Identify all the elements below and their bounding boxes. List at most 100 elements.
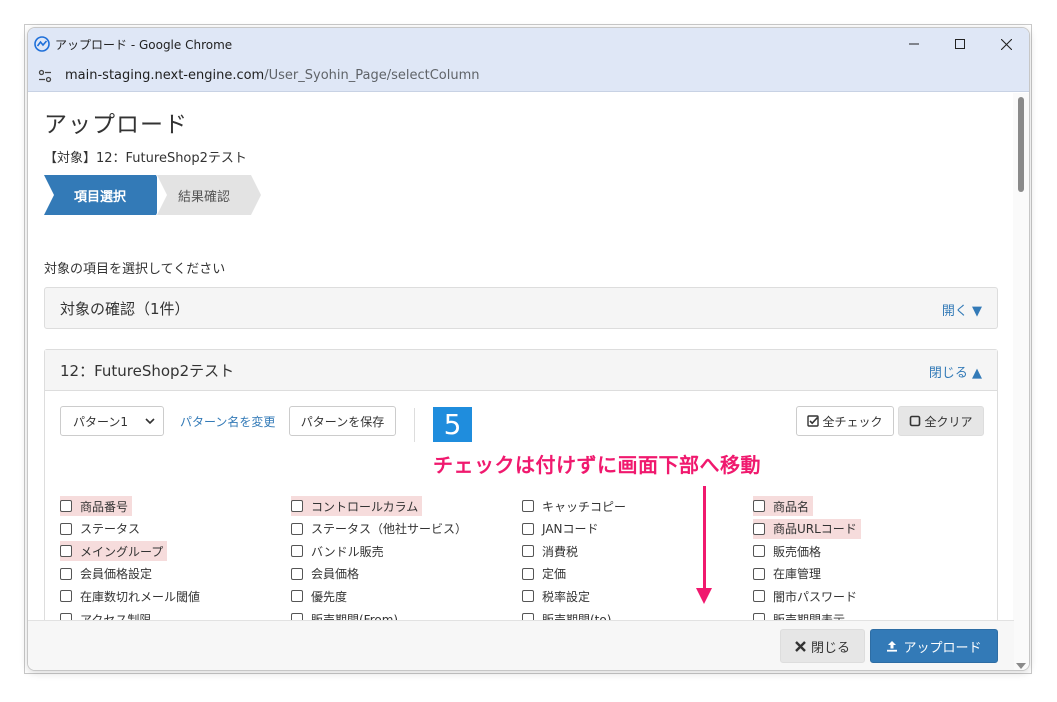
close-button[interactable]: 閉じる: [780, 629, 865, 663]
checkbox-label: 販売価格: [773, 544, 822, 559]
checkbox-checked-icon: [807, 415, 820, 427]
checkbox[interactable]: [60, 500, 72, 512]
checkbox[interactable]: [753, 500, 765, 512]
column-checkbox-item[interactable]: 闇市パスワード: [753, 586, 857, 606]
checkbox[interactable]: [291, 522, 303, 535]
confirm-panel: 対象の確認（1件） 開く ▼: [44, 287, 998, 329]
checkbox[interactable]: [60, 522, 72, 535]
shop-panel-close-toggle[interactable]: 閉じる ▲: [929, 362, 982, 381]
checkbox[interactable]: [60, 590, 72, 603]
checkbox[interactable]: [522, 522, 534, 535]
scrollbar-thumb[interactable]: [1018, 97, 1024, 192]
column-checkbox-item[interactable]: 販売価格: [753, 541, 821, 561]
column-checkbox-item[interactable]: 定価: [522, 564, 566, 584]
column-checkbox-item[interactable]: 販売期間表示: [753, 609, 845, 620]
column-checkbox-item[interactable]: 税率設定: [522, 586, 590, 606]
rename-pattern-link[interactable]: パターン名を変更: [180, 413, 275, 430]
checkbox-label: 在庫数切れメール閾値: [80, 589, 201, 604]
next-engine-app-icon: [34, 36, 50, 52]
step-number-badge: 5: [433, 407, 472, 442]
checkbox[interactable]: [753, 613, 765, 620]
step-item-select: 項目選択: [44, 175, 166, 215]
column-checkbox-item[interactable]: 消費税: [522, 541, 578, 561]
url-text[interactable]: main-staging.next-engine.com/User_Syohin…: [65, 68, 480, 83]
window-controls: [891, 28, 1029, 60]
arrow-down-icon: [696, 588, 712, 604]
pattern-select[interactable]: パターン1: [60, 406, 164, 436]
checkbox-label: メイングループ: [80, 544, 164, 559]
checkbox[interactable]: [60, 567, 72, 580]
site-settings-icon[interactable]: [37, 68, 53, 84]
page-content: アップロード 【対象】12：FutureShop2テスト 項目選択 結果確認 対…: [28, 93, 1014, 620]
close-window-button[interactable]: [983, 28, 1029, 60]
vertical-scrollbar[interactable]: [1013, 93, 1029, 670]
checkbox-label: コントロールカラム: [311, 499, 419, 514]
checkbox[interactable]: [753, 522, 765, 535]
checkbox-label: 会員価格: [311, 567, 360, 582]
column-checkbox-item[interactable]: JANコード: [522, 519, 599, 539]
column-checkbox-item[interactable]: 在庫数切れメール閾値: [60, 586, 200, 606]
checkbox[interactable]: [522, 590, 534, 603]
window-title: アップロード - Google Chrome: [55, 37, 233, 52]
close-x-icon: [795, 640, 806, 652]
column-checkbox-item[interactable]: 販売期間(to): [522, 609, 611, 620]
checkbox-label: 会員価格設定: [80, 567, 153, 582]
checkbox-label: 在庫管理: [773, 567, 822, 582]
column-checkbox-item[interactable]: 優先度: [291, 586, 347, 606]
checkbox-label: 販売期間(From): [311, 612, 399, 621]
instruction-text: 対象の項目を選択してください: [44, 262, 226, 277]
chevron-down-icon: [145, 418, 155, 425]
column-checkbox-item[interactable]: バンドル販売: [291, 541, 384, 561]
checkbox[interactable]: [291, 500, 303, 512]
clear-all-button[interactable]: 全クリア: [898, 406, 984, 436]
column-checkbox-item[interactable]: 商品URLコード: [753, 518, 861, 539]
column-checkbox-item[interactable]: 商品名: [753, 496, 814, 516]
column-checkbox-item[interactable]: 在庫管理: [753, 564, 821, 584]
checkbox[interactable]: [291, 613, 303, 620]
checkbox[interactable]: [291, 567, 303, 580]
column-checkbox-item[interactable]: 会員価格: [291, 564, 359, 584]
confirm-panel-open-toggle[interactable]: 開く ▼: [942, 300, 982, 319]
checkbox-label: ステータス: [80, 522, 141, 537]
checkbox[interactable]: [60, 613, 72, 620]
column-checkbox-item[interactable]: キャッチコピー: [522, 496, 626, 516]
column-checkbox-item[interactable]: 販売期間(From): [291, 609, 398, 620]
column-checkbox-item[interactable]: ステータス（他社サービス）: [291, 519, 467, 539]
scroll-down-arrow-icon[interactable]: [1016, 663, 1026, 669]
maximize-button[interactable]: [937, 28, 983, 60]
checkbox[interactable]: [753, 545, 765, 558]
clear-all-label: 全クリア: [924, 414, 973, 429]
checkbox[interactable]: [291, 545, 303, 558]
checkbox[interactable]: [522, 500, 534, 512]
checkbox[interactable]: [753, 567, 765, 580]
url-path: /User_Syohin_Page/selectColumn: [264, 68, 480, 83]
checkbox-label: 商品番号: [80, 499, 129, 514]
page-title: アップロード: [44, 112, 188, 138]
save-pattern-button[interactable]: パターンを保存: [289, 406, 396, 436]
checkbox[interactable]: [753, 590, 765, 603]
checkbox[interactable]: [522, 545, 534, 558]
save-pattern-label: パターンを保存: [300, 414, 385, 429]
shop-panel-header: 12：FutureShop2テスト 閉じる ▲: [45, 350, 997, 391]
column-checkbox-item[interactable]: メイングループ: [60, 541, 168, 562]
checkbox[interactable]: [60, 545, 72, 558]
address-bar[interactable]: main-staging.next-engine.com/User_Syohin…: [28, 60, 1029, 92]
confirm-panel-title: 対象の確認（1件）: [60, 300, 190, 318]
checkbox[interactable]: [522, 613, 534, 620]
column-checkbox-item[interactable]: コントロールカラム: [291, 496, 423, 516]
minimize-icon: [909, 43, 919, 45]
column-checkbox-item[interactable]: 会員価格設定: [60, 564, 152, 584]
upload-button[interactable]: アップロード: [870, 629, 998, 663]
column-checkbox-item[interactable]: 商品番号: [60, 496, 133, 516]
checkbox-label: キャッチコピー: [542, 499, 627, 514]
minimize-button[interactable]: [891, 28, 937, 60]
url-domain: main-staging.next-engine.com: [65, 68, 265, 83]
check-all-button[interactable]: 全チェック: [796, 406, 894, 436]
column-checkbox-item[interactable]: ステータス: [60, 519, 140, 539]
checkbox-label: 定価: [542, 567, 567, 582]
column-checkbox-item[interactable]: アクセス制限: [60, 609, 151, 620]
checkbox[interactable]: [291, 590, 303, 603]
upload-button-label: アップロード: [903, 640, 982, 656]
checkbox[interactable]: [522, 567, 534, 580]
close-button-label: 閉じる: [810, 640, 850, 656]
